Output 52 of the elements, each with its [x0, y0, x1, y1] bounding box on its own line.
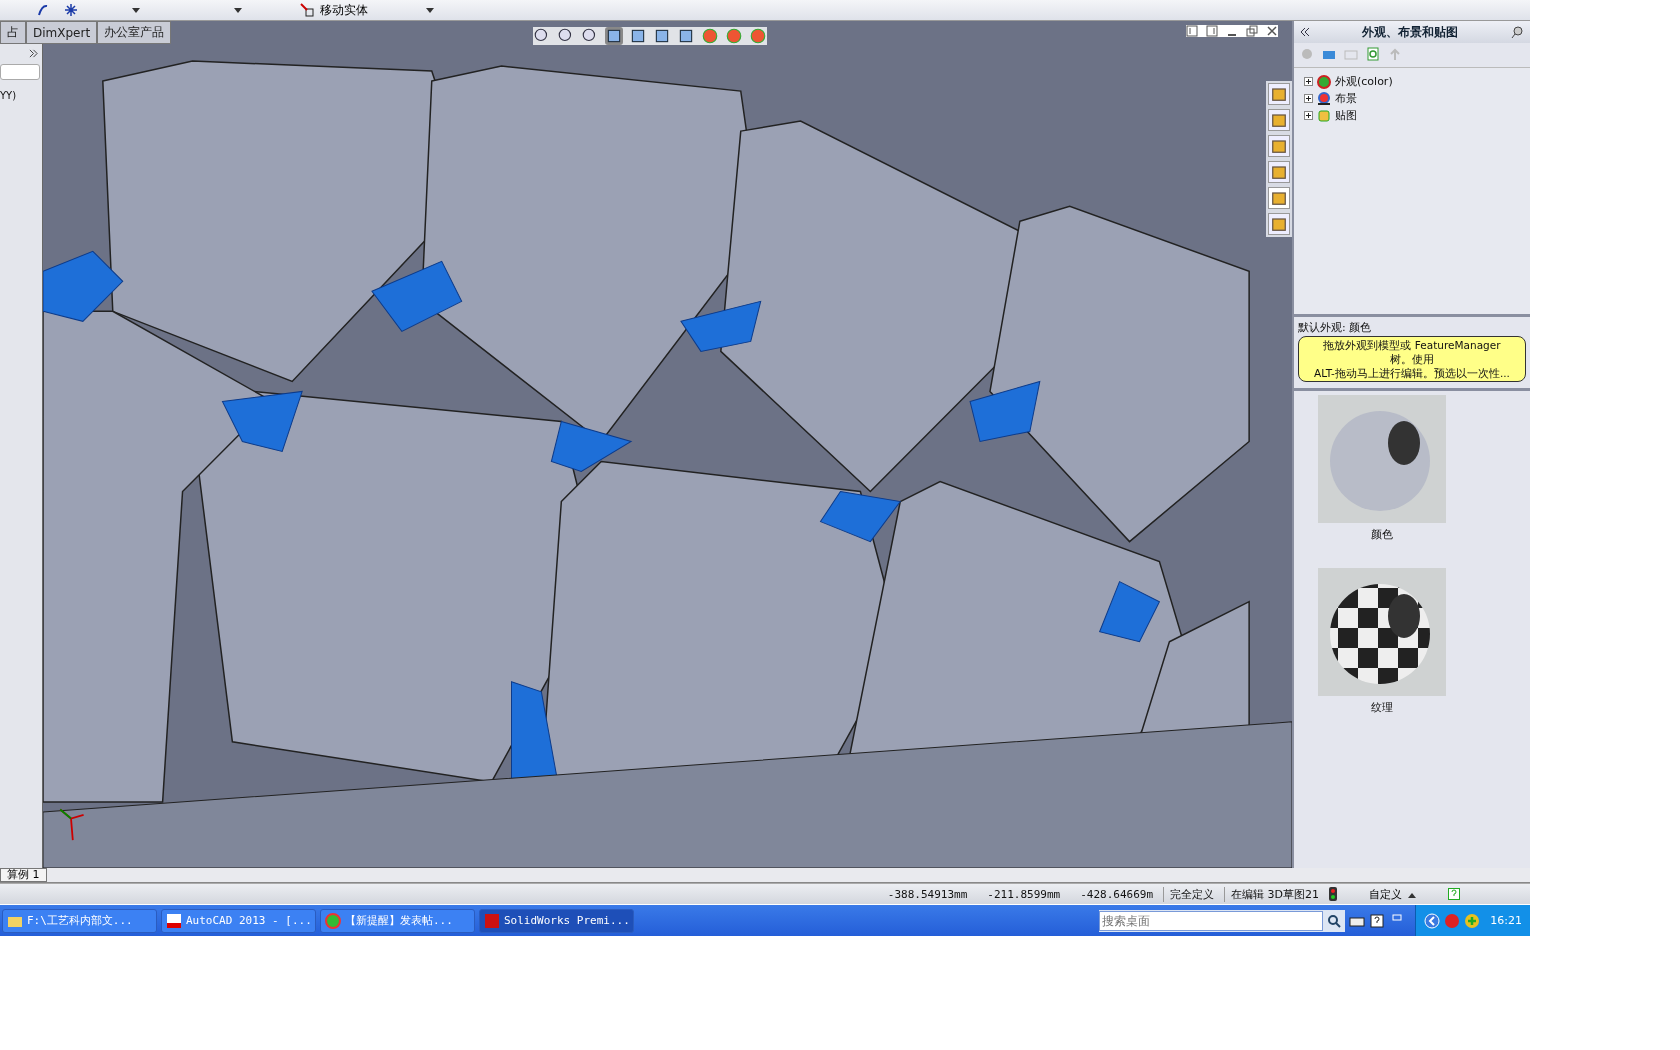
tree-label: 贴图 [1335, 108, 1357, 123]
traffic-light-icon [1329, 887, 1337, 901]
sketch-state: 完全定义 [1163, 886, 1215, 902]
desktop-search-field[interactable]: 搜索桌面 [1099, 910, 1324, 931]
tree-label: 外观(color) [1335, 74, 1393, 89]
y-coordinate: -211.8599mm [987, 887, 1061, 901]
swatch-label: 颜色 [1371, 527, 1393, 542]
tree-item[interactable]: 贴图 [1304, 108, 1520, 123]
search-icon[interactable] [1327, 913, 1342, 928]
expand-icon[interactable] [1304, 111, 1313, 120]
taskbar-button[interactable]: SolidWorks Premi... [479, 908, 634, 933]
tree-label: 布景 [1335, 91, 1357, 106]
x-coordinate: -388.54913mm [887, 887, 968, 901]
tile-icon[interactable] [1186, 25, 1198, 37]
sketch-icon[interactable] [36, 3, 50, 17]
restore-icon[interactable] [1246, 25, 1258, 37]
dropdown-caret-icon[interactable] [132, 7, 140, 13]
caret-icon [1408, 892, 1416, 898]
pane-title: 外观、布景和贴图 [1361, 23, 1459, 41]
expand-chevron-icon[interactable] [29, 49, 38, 58]
expand-icon[interactable] [1304, 77, 1313, 86]
asterisk-icon[interactable] [64, 3, 78, 17]
command-tab[interactable]: DimXpert [26, 21, 98, 44]
editing-status: 在编辑 3D草图21 [1224, 886, 1319, 902]
z-coordinate: -428.64669m [1080, 887, 1154, 901]
sphere-thumbnail[interactable] [1318, 395, 1446, 523]
move-body-button[interactable]: 移动实体 [296, 1, 372, 19]
browser-icon [325, 912, 341, 929]
default-appearance-caption: 默认外观: 颜色 [1297, 320, 1373, 336]
tree-item[interactable]: 布景 [1304, 91, 1520, 106]
tree-item[interactable]: 外观(color) [1304, 74, 1520, 89]
command-tab[interactable]: 办公室产品 [97, 21, 172, 44]
swatch-label: 纹理 [1371, 700, 1393, 715]
dropdown-caret-icon[interactable] [234, 7, 242, 13]
taskbar-button[interactable]: AutoCAD 2013 - [... [161, 908, 316, 933]
tile-icon[interactable] [1206, 25, 1218, 37]
filter-field[interactable] [0, 64, 40, 80]
taskbar-button[interactable]: F:\工艺科内部文... [2, 908, 157, 933]
close-icon[interactable] [1266, 25, 1278, 37]
collapse-chevron-icon[interactable] [1300, 27, 1310, 37]
model-tab[interactable]: 算例 1 [0, 868, 47, 882]
dropdown-caret-icon[interactable] [426, 7, 434, 13]
command-tab[interactable]: 占 [0, 21, 26, 44]
clock: 16:21 [1490, 914, 1522, 927]
help-icon[interactable] [1369, 912, 1386, 929]
expand-icon[interactable] [1304, 94, 1313, 103]
units-selector[interactable]: 自定义 [1363, 885, 1422, 903]
checkered-sphere-thumbnail[interactable] [1318, 568, 1446, 696]
tooltip-text: 拖放外观到模型或 FeatureManager 树。使用 ALT-拖动马上进行编辑。预选以一次性... [1298, 336, 1526, 382]
tree-item-fragment: YY) [0, 90, 17, 101]
move-icon [300, 3, 314, 17]
taskbar-button[interactable]: 【新提醒】发表帖... [320, 908, 475, 933]
